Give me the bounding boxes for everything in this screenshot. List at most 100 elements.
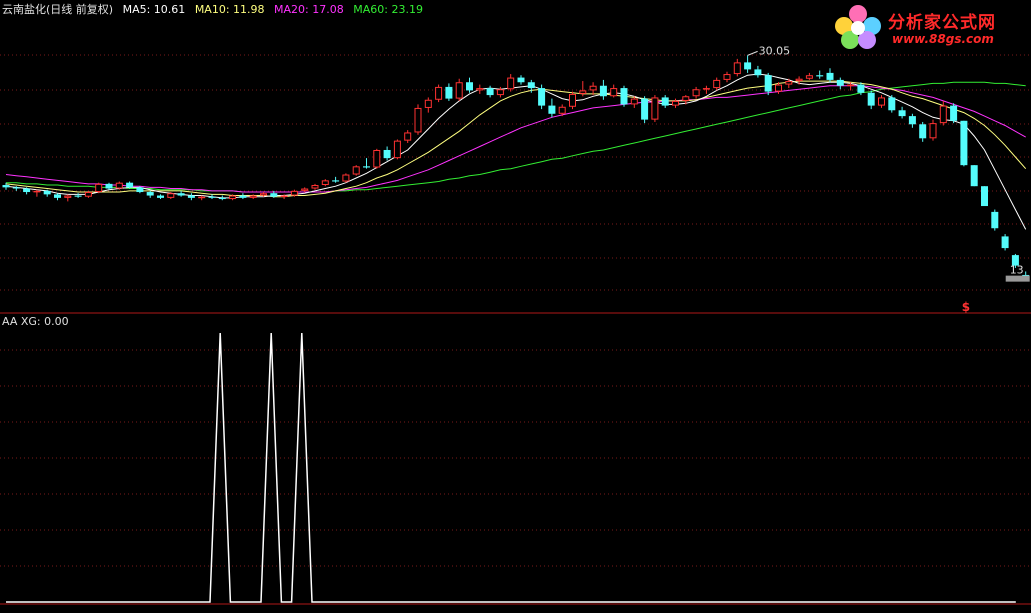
ma10-label: MA10: 11.98 [194, 3, 265, 16]
candle-body [466, 82, 473, 91]
candle-body [970, 165, 978, 187]
flower-logo-icon [835, 5, 881, 49]
candle-body [878, 97, 885, 106]
candle-body [435, 86, 443, 100]
candle-body [702, 88, 710, 90]
candle-body [33, 190, 41, 193]
candle-body [136, 187, 144, 193]
candle-body [589, 85, 597, 91]
candle-body [12, 187, 20, 189]
sub-header: AA XG: 0.00 [2, 314, 75, 330]
candle-body [651, 97, 659, 120]
candle-body [630, 98, 638, 105]
candle-body [898, 110, 906, 117]
candle-body [527, 82, 535, 89]
candle-body [661, 97, 669, 106]
candle-body [826, 72, 834, 80]
candle-body [775, 84, 782, 92]
low-price-label: 13 [1010, 264, 1024, 277]
candle-body [445, 86, 453, 99]
candle-body [579, 90, 587, 94]
candle-body [486, 88, 494, 96]
candle-body [64, 195, 72, 198]
candle-body [991, 211, 999, 229]
candle-body [363, 166, 370, 168]
chart-stage[interactable]: 30.05 13 $ 云南盐化(日线 前复权) MA5: 10.61 MA10: 1… [0, 0, 1031, 609]
candle-body [218, 197, 226, 200]
candle-body [352, 166, 360, 175]
candle-body [867, 92, 875, 106]
candle-body [74, 195, 82, 197]
candle-body [95, 183, 103, 193]
candle-body [404, 132, 412, 141]
sub-indicator-label: AA XG: 0.00 [2, 315, 69, 328]
candle-body [373, 149, 381, 168]
candle-body [290, 190, 298, 196]
candle-body [919, 124, 927, 139]
candle-body [764, 75, 772, 92]
candle-body [208, 196, 216, 198]
candle-body [692, 89, 700, 97]
candle-body [857, 84, 865, 93]
candle-body [929, 123, 937, 139]
ma20-label: MA20: 17.08 [274, 3, 344, 16]
ma60-label: MA60: 23.19 [353, 3, 423, 16]
candle-body [888, 97, 896, 111]
candle-body [744, 62, 752, 70]
candle-body [795, 78, 803, 82]
candle-body [939, 105, 947, 124]
candle-body [558, 106, 566, 114]
candle-body [342, 174, 350, 182]
candle-body [84, 192, 92, 197]
candle-body [187, 195, 195, 198]
candle-body [146, 192, 154, 196]
candle-body [105, 183, 113, 189]
candle-body [754, 69, 762, 76]
candle-body [177, 193, 185, 196]
candle-body [496, 89, 504, 96]
candle-body [321, 180, 329, 186]
candle-body [733, 62, 741, 75]
candle-body [414, 107, 422, 133]
candle-body [1001, 236, 1009, 249]
candle-body [538, 88, 546, 106]
candle-body [23, 188, 31, 193]
candle-body [383, 149, 391, 159]
signal-marker: $ [962, 300, 970, 314]
candle-body [2, 185, 10, 188]
candle-body [280, 195, 288, 198]
candle-body [723, 74, 731, 80]
candle-body [960, 120, 968, 166]
candle-body [43, 190, 51, 195]
candle-body [239, 195, 247, 198]
candle-body [260, 193, 267, 196]
high-price-label: 30.05 [759, 44, 791, 57]
candle-body [115, 182, 123, 189]
candle-body [672, 100, 679, 106]
candle-body [229, 195, 237, 200]
candle-body [455, 82, 463, 99]
site-logo: 分析家公式网 www.88gs.com [832, 2, 1028, 52]
candle-body [950, 105, 958, 121]
candle-body [198, 196, 206, 199]
candle-body [507, 77, 515, 90]
candle-body [599, 85, 607, 97]
candle-body [641, 98, 649, 120]
candle-body [393, 140, 401, 159]
candle-body [981, 186, 988, 207]
candle-body [620, 88, 628, 105]
candle-body [424, 99, 432, 108]
kline-chart[interactable]: 30.05 13 $ [0, 0, 1031, 609]
low-marker-bar [1005, 275, 1030, 282]
ma5-label: MA5: 10.61 [122, 3, 186, 16]
candle-body [126, 182, 134, 188]
candle-body [301, 188, 309, 191]
candle-body [54, 194, 61, 198]
candle-body [805, 75, 813, 79]
candle-body [847, 84, 855, 87]
xg-signal-line [6, 332, 1016, 603]
candle-body [682, 96, 690, 101]
candle-body [816, 75, 824, 77]
candle-body [569, 93, 576, 107]
candle-body [270, 193, 278, 197]
